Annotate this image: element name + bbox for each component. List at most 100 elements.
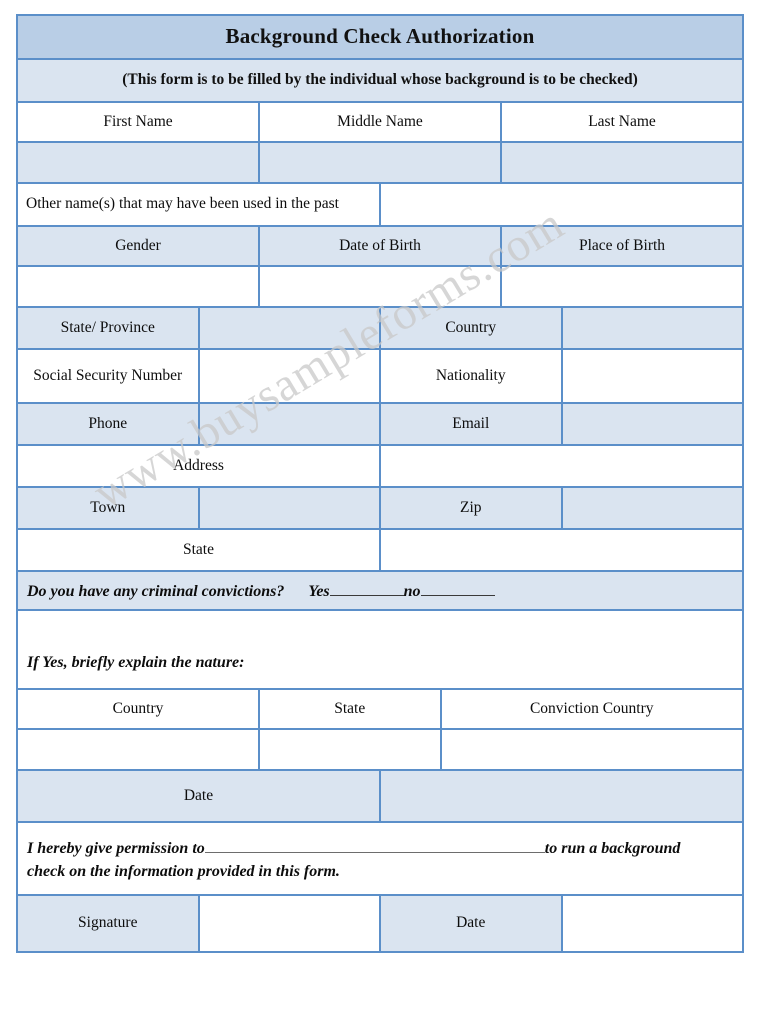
phone-input[interactable]: [197, 402, 381, 446]
other-names-input[interactable]: [379, 182, 744, 227]
town-zip-row: Town Zip: [16, 486, 744, 530]
email-input[interactable]: [560, 402, 744, 446]
birth-input-row: [16, 265, 744, 308]
zip-input[interactable]: [560, 486, 744, 530]
town-label-cell: Town: [16, 486, 200, 530]
gender-value: [18, 283, 258, 291]
state-province-label-cell: State/ Province: [16, 306, 200, 350]
country-label-cell: Country: [379, 306, 563, 350]
convictions-question-cell: Do you have any criminal convictions? Ye…: [16, 570, 744, 611]
email-label: Email: [452, 414, 490, 432]
nationality-input[interactable]: [560, 348, 744, 404]
phone-value: [200, 420, 380, 428]
convictions-yes-blank[interactable]: [329, 580, 404, 597]
conviction-county-header: Conviction Country: [529, 699, 654, 717]
signature-input[interactable]: [197, 893, 381, 953]
last-name-label: Last Name: [588, 112, 656, 130]
address-input[interactable]: [379, 444, 744, 488]
phone-label-cell: Phone: [16, 402, 200, 446]
zip-label-cell: Zip: [379, 486, 563, 530]
conviction-date-row: Date: [16, 769, 744, 823]
state-province-country-row: State/ Province Country: [16, 306, 744, 350]
conviction-country-header-cell: Country: [16, 688, 260, 730]
email-value: [563, 420, 743, 428]
convictions-question: Do you have any criminal convictions? Ye…: [18, 574, 742, 607]
background-check-authorization-form: www.buysampleforms.com Background Check …: [0, 0, 760, 1024]
nationality-label: Nationality: [435, 366, 506, 384]
date-of-birth-input[interactable]: [258, 265, 502, 308]
state-value: [381, 546, 742, 554]
conviction-county-input[interactable]: [439, 728, 744, 771]
convictions-no-label: no: [403, 583, 421, 601]
place-of-birth-label: Place of Birth: [578, 236, 666, 254]
town-value: [200, 504, 380, 512]
first-name-label: First Name: [103, 112, 173, 130]
name-input-row: [16, 141, 744, 184]
signature-date-input[interactable]: [560, 893, 744, 953]
zip-label: Zip: [459, 498, 482, 516]
conviction-date-label-cell: Date: [16, 769, 381, 823]
state-province-value: [200, 324, 380, 332]
address-value: [381, 462, 742, 470]
town-label: Town: [90, 498, 126, 516]
convictions-explain-label: If Yes, briefly explain the nature:: [27, 653, 245, 671]
state-row: State: [16, 528, 744, 572]
phone-email-row: Phone Email: [16, 402, 744, 446]
email-label-cell: Email: [379, 402, 563, 446]
conviction-date-input[interactable]: [379, 769, 744, 823]
place-of-birth-input[interactable]: [500, 265, 744, 308]
name-label-row: First Name Middle Name Last Name: [16, 101, 744, 143]
state-input[interactable]: [379, 528, 744, 572]
other-names-label: Other name(s) that may have been used in…: [26, 195, 339, 213]
conviction-state-input[interactable]: [258, 728, 442, 771]
title-row: Background Check Authorization: [16, 14, 744, 60]
middle-name-value: [260, 159, 500, 167]
form-subtitle-cell: (This form is to be filled by the indivi…: [16, 58, 744, 103]
first-name-label-cell: First Name: [16, 101, 260, 143]
gender-label: Gender: [115, 236, 161, 254]
state-label-cell: State: [16, 528, 381, 572]
last-name-label-cell: Last Name: [500, 101, 744, 143]
convictions-question-row: Do you have any criminal convictions? Ye…: [16, 570, 744, 611]
place-of-birth-label-cell: Place of Birth: [500, 225, 744, 267]
conviction-header-row: Country State Conviction Country: [16, 688, 744, 730]
conviction-county-value: [442, 746, 743, 754]
address-label: Address: [173, 456, 224, 474]
permission-text-before: I hereby give permission to: [27, 840, 205, 858]
convictions-explain-cell[interactable]: If Yes, briefly explain the nature:: [16, 609, 744, 690]
other-names-label-cell: Other name(s) that may have been used in…: [16, 182, 381, 227]
country-value: [563, 324, 743, 332]
state-province-input[interactable]: [197, 306, 381, 350]
convictions-explain-row: If Yes, briefly explain the nature:: [16, 609, 744, 690]
conviction-country-input[interactable]: [16, 728, 260, 771]
ssn-input[interactable]: [197, 348, 381, 404]
signature-date-label-cell: Date: [379, 893, 563, 953]
birth-label-row: Gender Date of Birth Place of Birth: [16, 225, 744, 267]
permission-company-blank[interactable]: [204, 837, 545, 854]
ssn-label-cell: Social Security Number: [16, 348, 200, 404]
conviction-state-header-cell: State: [258, 688, 442, 730]
signature-date-label: Date: [456, 913, 486, 931]
subtitle-row: (This form is to be filled by the indivi…: [16, 58, 744, 103]
first-name-input[interactable]: [16, 141, 260, 184]
permission-text-after: to run a background: [544, 840, 681, 858]
conviction-country-value: [18, 746, 258, 754]
country-input[interactable]: [560, 306, 744, 350]
form-subtitle: (This form is to be filled by the indivi…: [122, 71, 638, 88]
signature-row: Signature Date: [16, 893, 744, 953]
middle-name-input[interactable]: [258, 141, 502, 184]
other-names-row: Other name(s) that may have been used in…: [16, 182, 744, 227]
address-row: Address: [16, 444, 744, 488]
last-name-input[interactable]: [500, 141, 744, 184]
zip-value: [563, 504, 743, 512]
form-table: Background Check Authorization (This for…: [16, 14, 744, 953]
convictions-no-blank[interactable]: [420, 580, 495, 597]
town-input[interactable]: [197, 486, 381, 530]
gender-input[interactable]: [16, 265, 260, 308]
conviction-state-header: State: [334, 699, 366, 717]
conviction-date-value: [381, 792, 742, 800]
conviction-country-header: Country: [112, 699, 164, 717]
ssn-value: [200, 372, 380, 380]
nationality-value: [563, 372, 743, 380]
permission-row: I hereby give permission to to run a back…: [16, 821, 744, 896]
